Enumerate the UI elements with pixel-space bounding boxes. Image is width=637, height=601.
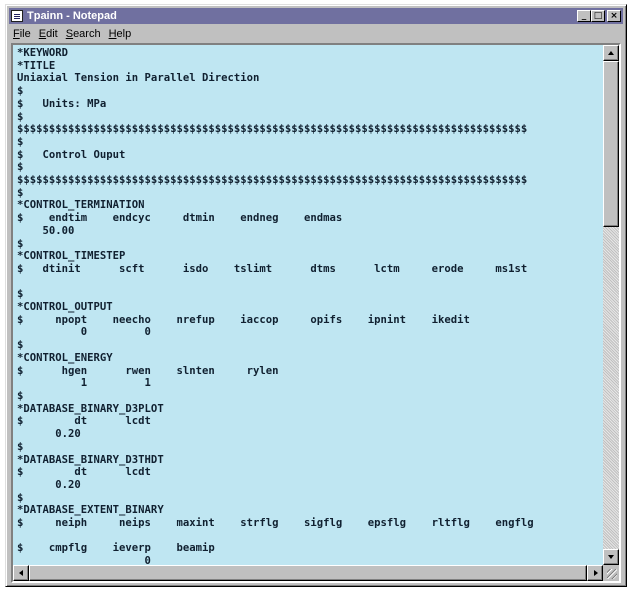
title-bar[interactable]: Tpainn - Notepad _ □ × xyxy=(9,8,623,24)
menu-help-label: elp xyxy=(116,28,132,40)
menu-help[interactable]: Help xyxy=(105,28,136,40)
menu-edit[interactable]: Edit xyxy=(35,28,62,40)
horizontal-scrollbar[interactable] xyxy=(13,565,603,581)
arrow-left-icon xyxy=(19,570,23,576)
resize-grip[interactable] xyxy=(603,565,619,581)
menu-help-accel: H xyxy=(108,28,117,40)
menu-edit-accel: E xyxy=(38,28,47,40)
menu-search[interactable]: Search xyxy=(62,28,105,40)
menu-file-label: ile xyxy=(19,28,31,40)
vertical-scrollbar[interactable] xyxy=(603,45,619,565)
menu-search-label: earch xyxy=(73,28,101,40)
vertical-scroll-thumb[interactable] xyxy=(603,61,619,227)
scroll-left-button[interactable] xyxy=(13,565,29,581)
editor-frame: *KEYWORD *TITLE Uniaxial Tension in Para… xyxy=(11,43,621,583)
editor-text[interactable]: *KEYWORD *TITLE Uniaxial Tension in Para… xyxy=(13,45,603,565)
scroll-right-button[interactable] xyxy=(587,565,603,581)
notepad-app-icon[interactable] xyxy=(11,10,23,22)
window-controls: _ □ × xyxy=(577,10,621,22)
close-button[interactable]: × xyxy=(607,10,621,22)
arrow-right-icon xyxy=(594,570,598,576)
arrow-down-icon xyxy=(608,555,614,559)
menu-file[interactable]: File xyxy=(9,28,35,40)
menu-search-accel: S xyxy=(65,28,74,40)
notepad-window: Tpainn - Notepad _ □ × File Edit Search … xyxy=(5,4,627,587)
menu-bar: File Edit Search Help xyxy=(9,25,623,43)
minimize-button[interactable]: _ xyxy=(577,10,591,22)
scroll-down-button[interactable] xyxy=(603,549,619,565)
maximize-button[interactable]: □ xyxy=(591,10,605,22)
menu-file-accel: F xyxy=(13,28,20,40)
horizontal-scroll-thumb[interactable] xyxy=(29,565,587,581)
window-title: Tpainn - Notepad xyxy=(27,10,117,22)
text-editor-area[interactable]: *KEYWORD *TITLE Uniaxial Tension in Para… xyxy=(13,45,603,565)
scroll-up-button[interactable] xyxy=(603,45,619,61)
menu-edit-label: dit xyxy=(46,28,58,40)
arrow-up-icon xyxy=(608,51,614,55)
